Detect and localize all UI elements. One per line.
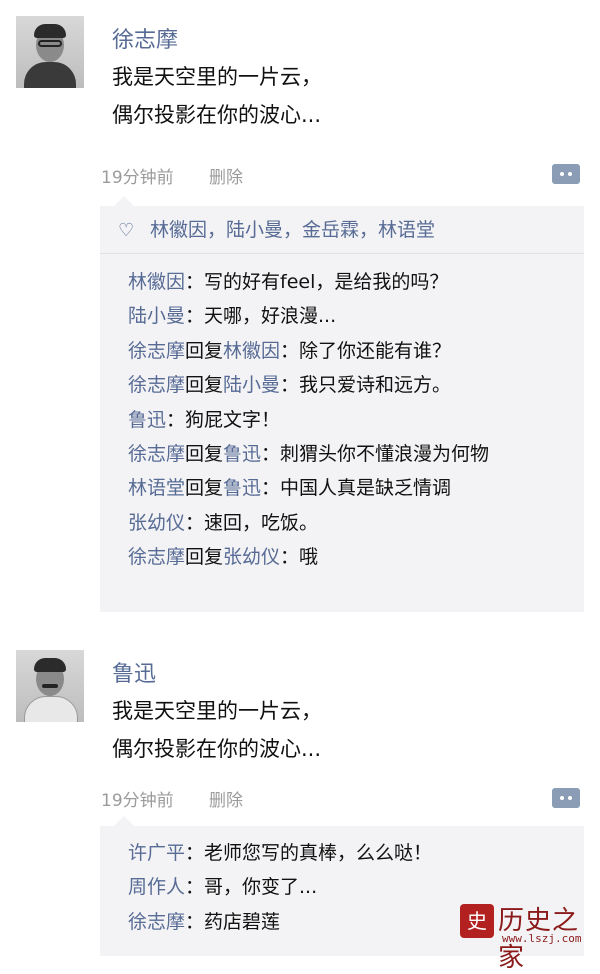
- reply-target[interactable]: 鲁迅: [223, 477, 261, 499]
- watermark-logo: 史 历史之家 www.lszj.com: [460, 902, 592, 973]
- comment-list: 林徽因：写的好有feel，是给我的吗？ 陆小曼：天哪，好浪漫... 徐志摩回复林徽因…: [128, 265, 489, 575]
- delete-button[interactable]: 删除: [209, 168, 243, 188]
- comment-text: ：狗屁文字！: [166, 408, 281, 431]
- comment-item[interactable]: 徐志摩回复陆小曼：我只爱诗和远方。: [128, 368, 489, 402]
- comment-author[interactable]: 林徽因: [128, 271, 185, 293]
- heart-icon: ♡: [118, 220, 135, 241]
- comment-item[interactable]: 林语堂回复鲁迅：中国人真是缺乏情调: [128, 471, 489, 505]
- more-icon: [560, 796, 564, 800]
- comment-author[interactable]: 周作人: [128, 876, 185, 898]
- comment-text: ：药店碧莲: [185, 910, 281, 933]
- post-meta: 19分钟前 删除: [101, 163, 243, 188]
- comment-text: ：刺猬头你不懂浪漫为何物: [261, 443, 490, 466]
- reply-target[interactable]: 陆小曼: [223, 374, 280, 396]
- comment-author[interactable]: 徐志摩: [128, 374, 185, 396]
- comment-menu-button[interactable]: [552, 788, 580, 808]
- reply-label: 回复: [185, 339, 224, 362]
- avatar[interactable]: [16, 16, 84, 88]
- comment-author[interactable]: 徐志摩: [128, 443, 185, 465]
- comment-item[interactable]: 张幼仪：速回，吃饭。: [128, 506, 489, 540]
- interaction-panel: ♡ 林徽因，陆小曼，金岳霖，林语堂 林徽因：写的好有feel，是给我的吗？ 陆小曼…: [100, 196, 584, 612]
- moment-post: 徐志摩 我是天空里的一片云， 偶尔投影在你的波心... 19分钟前 删除 ♡ 林…: [0, 0, 600, 636]
- reply-label: 回复: [185, 477, 224, 500]
- comment-text: ：天哪，好浪漫...: [185, 305, 337, 328]
- author-name[interactable]: 鲁迅: [112, 656, 156, 688]
- comment-item[interactable]: 陆小曼：天哪，好浪漫...: [128, 299, 489, 333]
- comment-item[interactable]: 许广平：老师您写的真棒，么么哒！: [128, 836, 432, 870]
- comment-text: ：中国人真是缺乏情调: [261, 477, 452, 500]
- reply-label: 回复: [185, 374, 224, 397]
- comment-text: ：速回，吃饭。: [185, 511, 319, 534]
- comment-text: ：哥，你变了...: [185, 876, 318, 899]
- reply-label: 回复: [185, 546, 224, 569]
- comment-text: ：写的好有feel，是给我的吗？: [185, 271, 449, 293]
- comment-author[interactable]: 林语堂: [128, 477, 185, 499]
- likes-row: ♡ 林徽因，陆小曼，金岳霖，林语堂: [100, 206, 584, 254]
- post-meta: 19分钟前 删除: [101, 786, 243, 811]
- comment-item[interactable]: 徐志摩：药店碧莲: [128, 905, 432, 939]
- timestamp: 19分钟前: [101, 168, 174, 188]
- post-text: 我是天空里的一片云， 偶尔投影在你的波心...: [112, 699, 322, 761]
- comment-menu-button[interactable]: [552, 164, 580, 184]
- reply-target[interactable]: 张幼仪: [223, 546, 280, 568]
- comment-author[interactable]: 徐志摩: [128, 911, 185, 933]
- liker-names[interactable]: 林徽因，陆小曼，金岳霖，林语堂: [150, 206, 435, 254]
- comment-item[interactable]: 徐志摩回复林徽因：除了你还能有谁？: [128, 334, 489, 368]
- reply-target[interactable]: 林徽因: [223, 340, 280, 362]
- delete-button[interactable]: 删除: [209, 791, 243, 811]
- comment-author[interactable]: 许广平: [128, 842, 185, 864]
- watermark-url: www.lszj.com: [502, 932, 582, 945]
- comment-author[interactable]: 徐志摩: [128, 546, 185, 568]
- comment-item[interactable]: 鲁迅：狗屁文字！: [128, 403, 489, 437]
- comment-author[interactable]: 鲁迅: [128, 409, 166, 431]
- comment-text: ：哦: [280, 546, 319, 569]
- comment-item[interactable]: 徐志摩回复鲁迅：刺猬头你不懂浪漫为何物: [128, 437, 489, 471]
- comment-item[interactable]: 林徽因：写的好有feel，是给我的吗？: [128, 265, 489, 299]
- comment-author[interactable]: 徐志摩: [128, 340, 185, 362]
- reply-label: 回复: [185, 443, 224, 466]
- comment-text: ：除了你还能有谁？: [280, 339, 452, 362]
- reply-target[interactable]: 鲁迅: [223, 443, 261, 465]
- comment-text: ：老师您写的真棒，么么哒！: [185, 842, 433, 864]
- more-icon: [560, 172, 564, 176]
- comment-item[interactable]: 周作人：哥，你变了...: [128, 870, 432, 904]
- comment-author[interactable]: 张幼仪: [128, 512, 185, 534]
- comment-author[interactable]: 陆小曼: [128, 305, 185, 327]
- comment-text: ：我只爱诗和远方。: [280, 374, 452, 397]
- comment-item[interactable]: 徐志摩回复张幼仪：哦: [128, 540, 489, 574]
- timestamp: 19分钟前: [101, 791, 174, 811]
- post-text: 我是天空里的一片云， 偶尔投影在你的波心...: [112, 65, 322, 127]
- author-name[interactable]: 徐志摩: [112, 22, 178, 54]
- comment-list: 许广平：老师您写的真棒，么么哒！ 周作人：哥，你变了... 徐志摩：药店碧莲: [128, 836, 432, 939]
- avatar[interactable]: [16, 650, 84, 722]
- seal-icon: 史: [460, 904, 494, 938]
